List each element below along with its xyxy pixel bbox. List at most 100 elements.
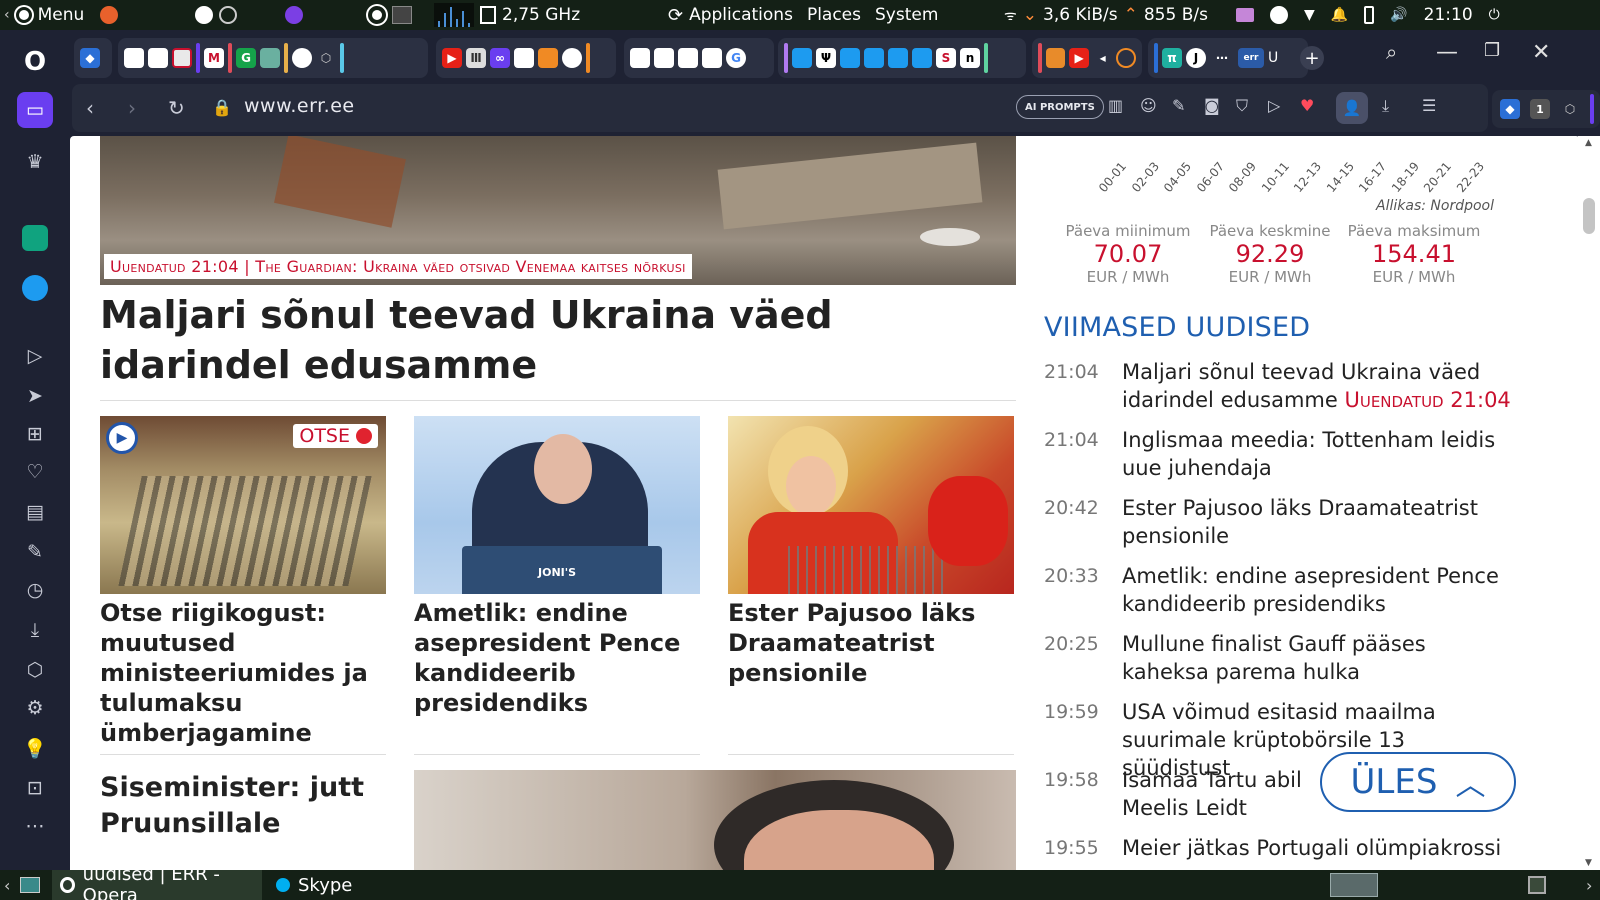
latest-news-item[interactable]: 19:55 Meier jätkas Portugali olümpiakros… — [1044, 834, 1514, 862]
download-icon[interactable]: ⤓ — [1382, 96, 1389, 116]
card-3-title[interactable]: Ester Pajusoo läks Draamateatrist pensio… — [728, 598, 1014, 688]
restore-button[interactable]: ❐ — [1484, 40, 1500, 61]
profile-icon[interactable]: 👤 — [1336, 92, 1368, 124]
downloads-icon[interactable]: ⤓ — [17, 612, 53, 648]
pi-tab-icon[interactable]: π — [1162, 48, 1182, 68]
news-card-2[interactable]: JONI'S Ametlik: endine asepresident Penc… — [414, 416, 700, 718]
news-title-line2[interactable]: Meelis Leidt — [1122, 796, 1247, 820]
wifi-icon[interactable]: ▼ — [1304, 7, 1315, 23]
skype-tray-icon[interactable] — [1270, 6, 1288, 24]
latest-news-item[interactable]: 20:42 Ester Pajusoo läks Draamateatrist … — [1044, 494, 1514, 550]
twitter-tab-icon[interactable] — [912, 48, 932, 68]
latest-news-item[interactable]: 21:04 Inglismaa meedia: Tottenham leidis… — [1044, 426, 1514, 482]
twitter-icon[interactable] — [22, 275, 48, 301]
news-title[interactable]: Mullune finalist Gauff pääses kaheksa pa… — [1122, 630, 1514, 686]
tab-group-twitter[interactable]: Ψ S n — [778, 38, 1026, 78]
gmail-tab-icon[interactable]: M — [204, 48, 224, 68]
opera-menu-logo-icon[interactable]: O — [17, 44, 53, 80]
twitter-tab-icon[interactable] — [792, 48, 812, 68]
doc-tab-icon[interactable] — [124, 48, 144, 68]
second-row-image[interactable] — [414, 770, 1016, 870]
infinity-tab-icon[interactable]: ∞ — [490, 48, 510, 68]
send-flow-icon[interactable]: ▷ — [1268, 96, 1280, 115]
tab-group-6[interactable]: π J ⋯ err U — [1148, 38, 1308, 78]
forward-button[interactable]: › — [128, 96, 136, 120]
latest-news-item[interactable]: 20:25 Mullune finalist Gauff pääses kahe… — [1044, 630, 1514, 686]
news-title[interactable]: Ester Pajusoo läks Draamateatrist pensio… — [1122, 494, 1514, 550]
card-3-image[interactable] — [728, 416, 1014, 594]
card-2-title[interactable]: Ametlik: endine asepresident Pence kandi… — [414, 598, 700, 718]
heart-bookmark-icon[interactable]: ♥ — [1300, 96, 1314, 115]
clock-tab-icon[interactable] — [172, 48, 192, 68]
taskbar-skype-window[interactable]: Skype — [268, 870, 448, 900]
workspace-switcher[interactable] — [1330, 873, 1378, 897]
easy-setup-icon[interactable]: ☰ — [1422, 96, 1436, 115]
news-title[interactable]: Inglismaa meedia: Tottenham leidis uue j… — [1122, 426, 1514, 482]
settings-gear-icon[interactable]: ⚙ — [17, 690, 53, 726]
back-button[interactable]: ‹ — [86, 96, 94, 120]
doc-tab-icon[interactable] — [148, 48, 168, 68]
tab-group-3[interactable]: G — [624, 38, 774, 78]
main-headline[interactable]: Maljari sõnul teevad Ukraina väed idarin… — [100, 290, 1000, 390]
power-icon[interactable]: ⏻ — [1489, 7, 1500, 23]
doc-tab-icon[interactable] — [514, 48, 534, 68]
show-desktop-icon[interactable] — [20, 877, 40, 893]
n-tab-icon[interactable]: n — [960, 48, 980, 68]
twitter-tab-icon[interactable] — [840, 48, 860, 68]
panel-menu-button[interactable]: ‹ Menu — [4, 0, 119, 30]
page-scrollbar[interactable]: ▲ ▼ — [1578, 136, 1600, 870]
scroll-up-arrow-icon[interactable]: ▲ — [1585, 138, 1592, 148]
scroll-to-top-button[interactable]: ÜLES ︿ — [1320, 752, 1516, 812]
edit-icon[interactable]: ✎ — [17, 534, 53, 570]
news-title[interactable]: Meier jätkas Portugali olümpiakrossi — [1122, 834, 1514, 862]
edit-share-icon[interactable]: ✎ — [1172, 96, 1185, 115]
tab-group-5[interactable]: ▶ ◂ — [1032, 38, 1142, 78]
card-1-title[interactable]: Otse riigikogust: muutused ministeeriumi… — [100, 598, 386, 748]
grammarly-tab-icon[interactable]: G — [236, 48, 256, 68]
card-2-image[interactable]: JONI'S — [414, 416, 700, 594]
more-options-icon[interactable]: ⋯ — [17, 808, 53, 844]
second-row-headline[interactable]: Siseminister: jutt Pruunsillale — [100, 770, 386, 842]
doc-tab-icon[interactable] — [678, 48, 698, 68]
slides-tab-icon[interactable] — [538, 48, 558, 68]
globe-tab-icon[interactable] — [562, 48, 582, 68]
lock-icon[interactable]: 🔒 — [212, 98, 232, 117]
youtube-tab-icon[interactable]: ▶ — [1069, 48, 1089, 68]
panel-clock[interactable]: 21:10 — [1424, 5, 1473, 25]
news-title[interactable]: Ametlik: endine asepresident Pence kandi… — [1122, 562, 1514, 618]
places-menu[interactable]: Places — [807, 5, 861, 25]
latest-news-item[interactable]: 20:33 Ametlik: endine asepresident Pence… — [1044, 562, 1514, 618]
doc-tab-icon[interactable] — [630, 48, 650, 68]
camera-snapshot-icon[interactable]: ◙ — [1204, 96, 1220, 115]
web-tab-icon[interactable] — [292, 48, 312, 68]
latest-news-item[interactable]: 21:04 Maljari sõnul teevad Ukraina väed … — [1044, 358, 1514, 414]
active-tab-label[interactable]: U — [1268, 50, 1278, 66]
diamond-extension-icon[interactable]: ◆ — [1500, 99, 1520, 119]
adblock-shield-icon[interactable]: ⛉ — [1236, 96, 1248, 116]
reload-button[interactable]: ↻ — [168, 96, 185, 120]
scroll-down-arrow-icon[interactable]: ▼ — [1585, 858, 1592, 868]
crown-icon[interactable]: ♛ — [17, 144, 53, 180]
news-card-3[interactable]: Ester Pajusoo läks Draamateatrist pensio… — [728, 416, 1014, 688]
fox-tab-icon[interactable] — [1045, 48, 1066, 68]
notification-bell-icon[interactable]: 🔔 — [1331, 7, 1348, 23]
museum-tab-icon[interactable]: Ⅲ — [466, 48, 486, 68]
tab-pinned-1[interactable]: ◆ — [74, 38, 112, 78]
send-icon[interactable]: ➤ — [17, 378, 53, 414]
firefox-icon[interactable] — [100, 6, 119, 24]
panel-scroll-left-icon[interactable]: ‹ — [4, 7, 10, 23]
google-tab-icon[interactable]: G — [726, 48, 746, 68]
scrollbar-thumb[interactable] — [1583, 198, 1595, 234]
minimize-button[interactable]: — — [1436, 40, 1458, 65]
tray-app-icon[interactable] — [1236, 8, 1254, 22]
tips-bulb-icon[interactable]: 💡 — [17, 730, 53, 766]
tab-search-icon[interactable]: ⌕ — [1386, 40, 1397, 64]
close-window-button[interactable]: ✕ — [1532, 40, 1550, 65]
latest-news-heading[interactable]: VIIMASED UUDISED — [1044, 312, 1310, 343]
audio-tab-icon[interactable]: ◂ — [1093, 48, 1113, 68]
tor-browser-icon[interactable] — [285, 6, 303, 24]
j-tab-icon[interactable]: J — [1186, 48, 1206, 68]
new-tab-button[interactable]: + — [1300, 46, 1324, 70]
play-video-icon[interactable]: ▶ — [106, 422, 138, 454]
dots-tab-icon[interactable]: ⋯ — [1210, 48, 1234, 68]
